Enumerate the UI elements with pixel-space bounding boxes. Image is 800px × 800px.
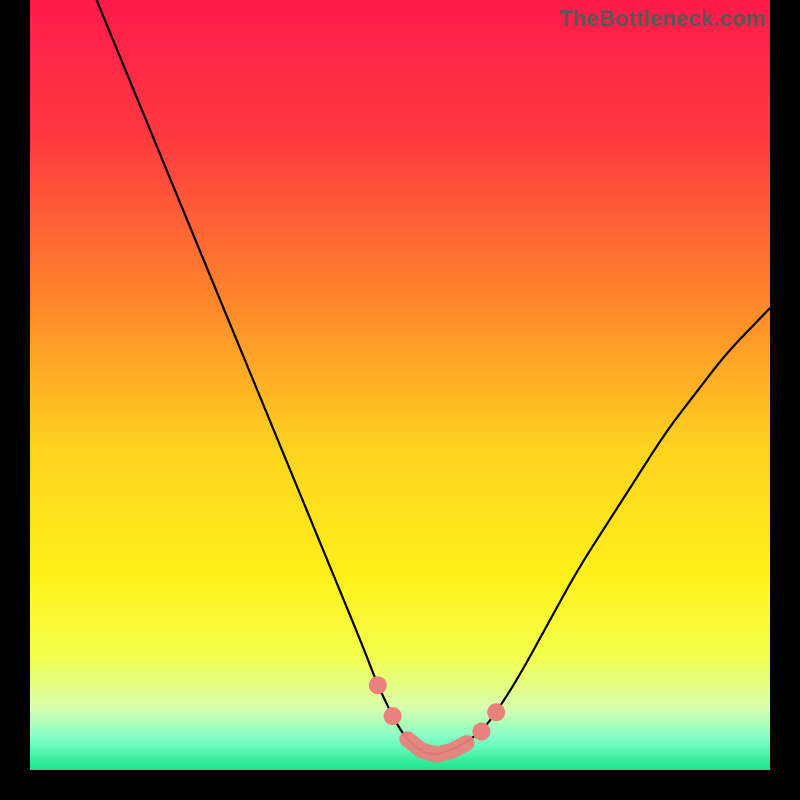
gradient-background — [30, 0, 770, 770]
bottleneck-chart — [30, 0, 770, 770]
chart-frame — [30, 0, 770, 770]
bottleneck-marker — [384, 707, 402, 725]
bottleneck-marker — [487, 703, 505, 721]
bottleneck-marker — [472, 723, 490, 741]
bottleneck-marker — [369, 676, 387, 694]
watermark-text: TheBottleneck.com — [560, 6, 766, 32]
